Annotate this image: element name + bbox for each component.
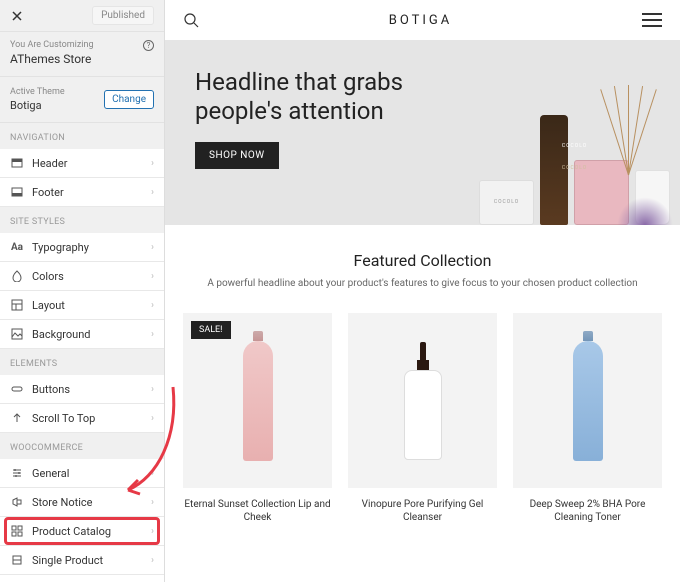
featured-section: Featured Collection A powerful headline … <box>165 225 680 299</box>
sidebar-menu-scroll: NAVIGATION Header › Footer › SITE STYLES… <box>0 123 164 582</box>
menu-item-typography[interactable]: Aa Typography › <box>0 233 164 262</box>
menu-item-label: Typography <box>32 241 89 254</box>
product-image <box>348 313 497 488</box>
menu-item-label: Single Product <box>32 554 103 567</box>
hero-section: Headline that grabs people's attention S… <box>165 40 680 225</box>
shop-now-button[interactable]: SHOP NOW <box>195 142 279 169</box>
product-catalog-icon <box>10 524 24 538</box>
chevron-right-icon: › <box>151 468 154 479</box>
active-theme-name: Botiga <box>10 99 65 112</box>
product-image: SALE! <box>183 313 332 488</box>
chevron-right-icon: › <box>151 271 154 282</box>
menu-item-single-product[interactable]: Single Product › <box>0 546 164 575</box>
store-notice-icon <box>10 495 24 509</box>
chevron-right-icon: › <box>151 384 154 395</box>
brand-logo[interactable]: BOTIGA <box>389 13 453 28</box>
menu-item-label: Header <box>32 157 67 170</box>
hamburger-menu-icon[interactable] <box>642 13 662 27</box>
section-heading-navigation: NAVIGATION <box>0 123 164 149</box>
menu-item-product-catalog[interactable]: Product Catalog › <box>0 517 164 546</box>
close-icon[interactable] <box>10 9 24 23</box>
chevron-right-icon: › <box>151 497 154 508</box>
theme-panel: Active Theme Botiga Change <box>0 77 164 123</box>
customizer-sidebar: Published You Are Customizing AThemes St… <box>0 0 165 582</box>
hero-lavender-decor <box>610 195 680 225</box>
chevron-right-icon: › <box>151 413 154 424</box>
typography-icon: Aa <box>10 240 24 254</box>
product-card[interactable]: SALE! Eternal Sunset Collection Lip and … <box>183 313 332 524</box>
menu-item-store-notice[interactable]: Store Notice › <box>0 488 164 517</box>
buttons-icon <box>10 382 24 396</box>
menu-item-label: Background <box>32 328 90 341</box>
search-icon[interactable] <box>183 12 199 28</box>
general-icon <box>10 466 24 480</box>
preview-header: BOTIGA <box>165 0 680 40</box>
featured-subtitle: A powerful headline about your product's… <box>183 278 662 289</box>
chevron-right-icon: › <box>151 242 154 253</box>
menu-item-checkout[interactable]: Checkout › <box>0 575 164 582</box>
menu-item-label: Scroll To Top <box>32 412 95 425</box>
sale-badge: SALE! <box>191 321 231 339</box>
published-button[interactable]: Published <box>92 6 154 25</box>
product-bottle <box>573 341 603 461</box>
context-panel: You Are Customizing AThemes Store ? <box>0 32 164 77</box>
featured-title: Featured Collection <box>183 251 662 270</box>
menu-item-label: Store Notice <box>32 496 92 509</box>
header-icon <box>10 156 24 170</box>
menu-item-scroll-to-top[interactable]: Scroll To Top › <box>0 404 164 433</box>
scroll-to-top-icon <box>10 411 24 425</box>
chevron-right-icon: › <box>151 555 154 566</box>
menu-item-label: Product Catalog <box>32 525 111 538</box>
product-card[interactable]: Vinopure Pore Purifying Gel Cleanser <box>348 313 497 524</box>
hero-product-jar: COCOLO <box>479 180 534 225</box>
menu-item-background[interactable]: Background › <box>0 320 164 349</box>
hero-headline-1: Headline that grabs <box>195 68 650 97</box>
chevron-right-icon: › <box>151 329 154 340</box>
product-label: COCOLO <box>494 199 519 205</box>
product-grid: SALE! Eternal Sunset Collection Lip and … <box>165 299 680 538</box>
product-bottle <box>404 342 442 460</box>
help-icon[interactable]: ? <box>143 40 154 51</box>
product-image <box>513 313 662 488</box>
hero-product-bottle: COCOLO <box>540 115 568 225</box>
section-heading-woocommerce: WOOCOMMERCE <box>0 433 164 459</box>
menu-item-label: Layout <box>32 299 65 312</box>
menu-item-label: Footer <box>32 186 64 199</box>
single-product-icon <box>10 553 24 567</box>
diffuser-sticks <box>608 85 648 175</box>
menu-item-label: Buttons <box>32 383 70 396</box>
menu-item-buttons[interactable]: Buttons › <box>0 375 164 404</box>
colors-icon <box>10 269 24 283</box>
product-title: Vinopure Pore Purifying Gel Cleanser <box>348 498 497 524</box>
product-title: Eternal Sunset Collection Lip and Cheek <box>183 498 332 524</box>
product-card[interactable]: Deep Sweep 2% BHA Pore Cleaning Toner <box>513 313 662 524</box>
section-heading-elements: ELEMENTS <box>0 349 164 375</box>
chevron-right-icon: › <box>151 300 154 311</box>
change-theme-button[interactable]: Change <box>104 90 154 109</box>
chevron-right-icon: › <box>151 187 154 198</box>
menu-item-label: General <box>32 467 69 480</box>
context-label: You Are Customizing <box>10 40 154 50</box>
product-bottle <box>243 341 273 461</box>
menu-item-layout[interactable]: Layout › <box>0 291 164 320</box>
menu-item-label: Colors <box>32 270 64 283</box>
section-heading-site-styles: SITE STYLES <box>0 207 164 233</box>
menu-item-header[interactable]: Header › <box>0 149 164 178</box>
menu-item-footer[interactable]: Footer › <box>0 178 164 207</box>
product-label: COCOLO <box>562 165 587 171</box>
active-theme-label: Active Theme <box>10 87 65 97</box>
menu-item-colors[interactable]: Colors › <box>0 262 164 291</box>
product-label: COCOLO <box>562 143 587 149</box>
chevron-right-icon: › <box>151 158 154 169</box>
chevron-right-icon: › <box>151 526 154 537</box>
context-title: AThemes Store <box>10 52 154 66</box>
background-icon <box>10 327 24 341</box>
product-title: Deep Sweep 2% BHA Pore Cleaning Toner <box>513 498 662 524</box>
sidebar-top-bar: Published <box>0 0 164 32</box>
footer-icon <box>10 185 24 199</box>
menu-item-general[interactable]: General › <box>0 459 164 488</box>
layout-icon <box>10 298 24 312</box>
preview-frame: BOTIGA Headline that grabs people's atte… <box>165 0 680 582</box>
